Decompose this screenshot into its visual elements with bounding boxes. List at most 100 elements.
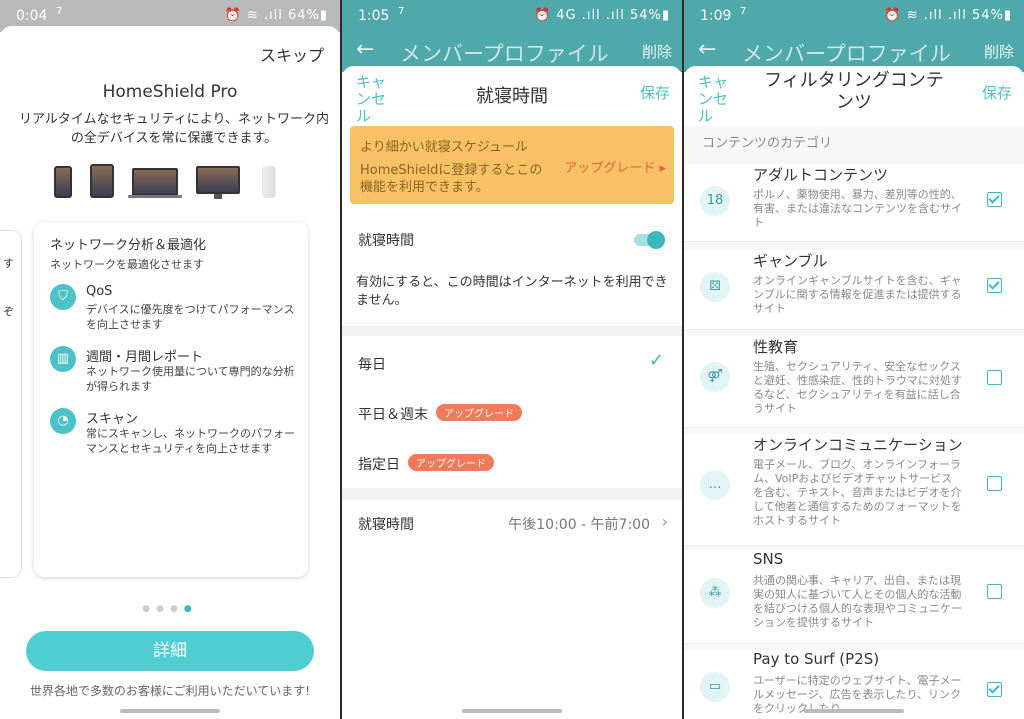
bedtime-toggle[interactable]	[634, 231, 665, 249]
feature-title: QoS	[86, 284, 113, 299]
bedtime-time-section: 就寝時間 午後10:00 - 午前7:00 ›	[342, 500, 682, 719]
home-indicator[interactable]	[462, 709, 562, 713]
status-bar: 1:05 7 ⏰ 4G .ıll .ıll 54%▮	[342, 0, 682, 32]
sheet-header: キャンセル 就寝時間 保存	[342, 66, 682, 125]
chat-icon: …	[700, 470, 730, 500]
laptop-image	[132, 168, 178, 196]
page-title: HomeShield Pro	[102, 82, 238, 102]
tablet-image	[90, 164, 114, 198]
bedtime-sheet: キャンセル 就寝時間 保存 より細かい就寝スケジュール HomeShieldに登…	[342, 66, 682, 719]
banner-body: HomeShieldに登録するとこの機能を利用できます。	[360, 163, 543, 195]
bedtime-time-row[interactable]: 就寝時間 午後10:00 - 午前7:00 ›	[342, 500, 682, 548]
category-item-sex-education[interactable]: ⚤ 性教育 生殖、セクシュアリティ、安全なセックスと避妊、性感染症、性的トラウマ…	[684, 336, 1024, 428]
status-indicator: 7	[56, 6, 63, 17]
category-item-sns[interactable]: ⁂ SNS 共通の関心事、キャリア、出自、または現実の知人に基づいて人とその個人…	[684, 550, 1024, 644]
status-indicator: 7	[398, 6, 405, 17]
save-button[interactable]: 保存	[640, 82, 670, 103]
page-indicator: ●●●●	[0, 604, 340, 614]
category-label: コンテンツのカテゴリ	[702, 136, 833, 151]
category-name: ギャンブル	[753, 252, 828, 270]
sex-education-icon: ⚤	[700, 362, 730, 392]
upgrade-badge: アップグレード	[436, 404, 522, 421]
feature-desc: デバイスに優先度をつけてパフォーマンスを向上させます	[86, 303, 295, 331]
page-dot: ●	[156, 604, 170, 614]
onboarding-sheet: スキップ HomeShield Pro リアルタイムなセキュリティにより、ネット…	[0, 26, 340, 719]
option-weekday-weekend[interactable]: 平日＆週末 アップグレード	[342, 386, 682, 436]
detail-button[interactable]: 詳細	[26, 631, 314, 671]
feature-desc: ネットワーク使用量について専門的な分析が得られます	[86, 365, 295, 393]
footer-text: 世界各地で多数のお客様にご利用いただいています!	[29, 684, 311, 698]
category-name: アダルトコンテンツ	[753, 166, 889, 184]
sheet-title: 就寝時間	[476, 86, 548, 107]
filtering-sheet: キャンセル フィルタリングコンテンツ 保存 コンテンツのカテゴリ 18 アダルト…	[684, 66, 1024, 719]
category-checkbox[interactable]	[987, 370, 1002, 385]
monitor-stand	[214, 194, 222, 199]
router-image	[262, 166, 276, 198]
page-dot-active: ●	[183, 604, 198, 614]
category-checkbox[interactable]	[987, 192, 1002, 207]
home-indicator[interactable]	[120, 709, 220, 713]
category-desc: ポルノ、薬物使用、暴力、差別等の性的、有害、または違法なコンテンツを含むサイト	[753, 188, 962, 229]
status-time: 1:09	[700, 8, 732, 24]
category-checkbox[interactable]	[987, 278, 1002, 293]
bedtime-screen: 1:05 7 ⏰ 4G .ıll .ıll 54%▮ ← メンバープロファイル …	[342, 0, 682, 719]
category-name: SNS	[753, 550, 784, 568]
category-item-gambling[interactable]: ⚄ ギャンブル オンラインギャンブルサイトを含む、ギャンブルに関する情報を促進ま…	[684, 250, 1024, 330]
category-name: 性教育	[753, 338, 799, 356]
home-indicator[interactable]	[804, 709, 904, 713]
feature-title: 週間・月間レポート	[86, 350, 204, 365]
bedtime-label: 就寝時間	[358, 233, 414, 249]
bedtime-note: 有効にすると、この時間はインターネットを利用できません。	[356, 275, 668, 308]
option-label: 毎日	[358, 357, 386, 373]
nav-title: メンバープロファイル	[400, 42, 609, 66]
feature-title: スキャン	[86, 412, 139, 427]
option-label: 平日＆週末	[358, 407, 428, 423]
status-icons: ⏰ 4G .ıll .ıll 54%▮	[533, 8, 670, 23]
filtering-screen: 1:09 7 ⏰ ≋ .ıll .ıll 54%▮ ← メンバープロファイル 削…	[684, 0, 1024, 719]
upgrade-badge: アップグレード	[408, 454, 494, 471]
schedule-options: 毎日 ✓ 平日＆週末 アップグレード 指定日 アップグレード	[342, 336, 682, 488]
category-name: オンラインコミュニケーション	[753, 436, 963, 454]
delete-button[interactable]: 削除	[642, 41, 672, 62]
back-arrow-icon[interactable]: ←	[698, 37, 716, 62]
sheet-title: フィルタリングコンテンツ	[764, 70, 944, 113]
page-dot: ●	[170, 604, 184, 614]
section-gap	[342, 326, 682, 336]
dice-icon: ⚄	[700, 272, 730, 302]
page-dot: ●	[142, 604, 157, 614]
time-row-label: 就寝時間	[358, 517, 414, 533]
back-arrow-icon[interactable]: ←	[356, 37, 374, 62]
report-icon: ▥	[50, 346, 76, 372]
option-everyday[interactable]: 毎日 ✓	[342, 336, 682, 386]
skip-button[interactable]: スキップ	[260, 42, 324, 66]
delete-button[interactable]: 削除	[984, 41, 1014, 62]
category-checkbox[interactable]	[987, 476, 1002, 491]
upgrade-banner[interactable]: より細かい就寝スケジュール HomeShieldに登録するとこの機能を利用できま…	[350, 126, 674, 204]
category-item-online-communication[interactable]: … オンラインコミュニケーション 電子メール、ブログ、オンラインフォーラム、Vo…	[684, 434, 1024, 546]
previous-card-text: す	[3, 257, 14, 270]
status-indicator: 7	[740, 6, 747, 17]
category-checkbox[interactable]	[987, 584, 1002, 599]
sheet-header: キャンセル フィルタリングコンテンツ 保存	[684, 66, 1024, 126]
previous-card: す ぞ	[0, 230, 22, 578]
category-desc: 生殖、セクシュアリティ、安全なセックスと避妊、性感染症、性的トラウマに対処するな…	[753, 360, 962, 415]
feature-desc: 常にスキャンし、ネットワークのパフォーマンスとセキュリティを向上させます	[86, 427, 295, 455]
category-item-adult[interactable]: 18 アダルトコンテンツ ポルノ、薬物使用、暴力、差別等の性的、有害、または違法…	[684, 164, 1024, 242]
time-row-value: 午後10:00 - 午前7:00	[508, 517, 650, 533]
feature-card: ネットワーク分析＆最適化 ネットワークを最適化させます ⛉ QoS デバイスに優…	[34, 222, 308, 577]
cancel-button[interactable]: キャンセル	[698, 74, 738, 125]
option-specific-days[interactable]: 指定日 アップグレード	[342, 436, 682, 486]
phone-image	[54, 166, 72, 198]
save-button[interactable]: 保存	[982, 82, 1012, 103]
category-checkbox[interactable]	[987, 682, 1002, 697]
upgrade-link[interactable]: アップグレード ▸	[564, 157, 666, 176]
status-icons: ⏰ ≋ .ıll 64%▮	[224, 8, 328, 23]
laptop-base	[128, 195, 182, 198]
checkmark-icon: ✓	[648, 350, 664, 371]
network-icon: ⁂	[700, 578, 730, 608]
status-bar: 1:09 7 ⏰ ≋ .ıll .ıll 54%▮	[684, 0, 1024, 32]
scan-icon: ◔	[50, 408, 76, 434]
status-time: 1:05	[358, 8, 390, 24]
category-name: Pay to Surf (P2S)	[753, 650, 880, 668]
bedtime-settings: 就寝時間 有効にすると、この時間はインターネットを利用できません。	[342, 208, 682, 326]
